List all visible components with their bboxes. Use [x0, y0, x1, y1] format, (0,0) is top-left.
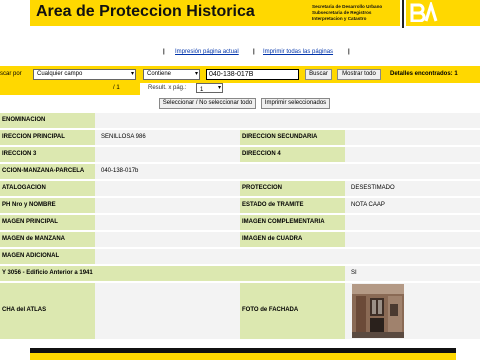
ley-3056-label: Y 3056 - Edificio Anterior a 1941	[0, 266, 345, 281]
ph-value	[95, 198, 240, 213]
print-all-pages-link[interactable]: Imprimir todas las páginas	[263, 49, 333, 55]
imagen-cuadra-label: IMAGEN de CUADRA	[240, 232, 345, 247]
ficha-atlas-label: CHA del ATLAS	[0, 283, 95, 339]
imagen-complementaria-label: IMAGEN COMPLEMENTARIA	[240, 215, 345, 230]
facade-photo[interactable]	[352, 284, 404, 338]
table-row: ENOMINACION	[0, 113, 480, 130]
proteccion-label: PROTECCION	[240, 181, 345, 196]
imagen-adicional-label: MAGEN ADICIONAL	[0, 249, 95, 264]
show-all-button[interactable]: Mostrar todo	[337, 69, 381, 80]
search-button[interactable]: Buscar	[305, 69, 332, 80]
denominacion-label: ENOMINACION	[0, 113, 95, 128]
field-select-value: Cualquier campo	[37, 71, 83, 77]
link-separator: |	[253, 49, 255, 55]
table-row: MAGEN PRINCIPAL IMAGEN COMPLEMENTARIA	[0, 215, 480, 232]
imagen-principal-label: MAGEN PRINCIPAL	[0, 215, 95, 230]
table-row: MAGEN de MANZANA IMAGEN de CUADRA	[0, 232, 480, 249]
org-line-1: Secretaria de Desarrollo Urbano	[312, 4, 383, 9]
print-selected-button[interactable]: Imprimir seleccionados	[261, 98, 330, 109]
table-row: CCION-MANZANA-PARCELA 040-138-017b	[0, 164, 480, 181]
table-row: IRECCION 3 DIRECCION 4	[0, 147, 480, 164]
chevron-down-icon: ▾	[194, 71, 198, 77]
direccion-secundaria-label: DIRECCION SECUNDARIA	[240, 130, 345, 145]
results-per-page-label: Result. x pág.:	[148, 85, 187, 91]
org-line-2: Subsecretaria de Registros	[312, 10, 372, 15]
direccion-4-label: DIRECCION 4	[240, 147, 345, 162]
table-row: CHA del ATLAS FOTO de FACHADA	[0, 283, 480, 341]
proteccion-value: DESESTIMADO	[345, 181, 480, 196]
table-row: PH Nro y NOMBRE ESTADO de TRAMITE NOTA C…	[0, 198, 480, 215]
results-count: Detalles encontrados: 1	[390, 71, 458, 77]
seccion-manzana-parcela-value: 040-138-017b	[95, 164, 480, 179]
search-input[interactable]: 040-138-017B	[206, 69, 299, 80]
operator-select-value: Contiene	[147, 71, 172, 77]
catalogacion-value	[95, 181, 240, 196]
results-per-page-value: 1	[200, 87, 204, 93]
imagen-manzana-label: MAGEN de MANZANA	[0, 232, 95, 247]
chevron-down-icon: ▾	[130, 71, 134, 77]
ficha-atlas-value	[95, 283, 240, 339]
page-total: / 1	[113, 85, 120, 91]
print-current-page-link[interactable]: Impresión página actual	[175, 49, 239, 55]
results-per-page-select[interactable]: 1 ▾	[196, 83, 223, 93]
ph-label: PH Nro y NOMBRE	[0, 198, 95, 213]
site-header: Area de Proteccion Historica Secretaria …	[0, 0, 480, 34]
direccion-4-value	[345, 147, 480, 162]
org-banner: Secretaria de Desarrollo Urbano Subsecre…	[306, 0, 400, 26]
direccion-3-label: IRECCION 3	[0, 147, 95, 162]
field-select[interactable]: Cualquier campo ▾	[33, 69, 136, 80]
link-separator: |	[348, 49, 350, 55]
ley-3056-value: SI	[345, 266, 480, 281]
direccion-principal-label: IRECCION PRINCIPAL	[0, 130, 95, 145]
table-row: IRECCION PRINCIPAL SENILLOSA 986 DIRECCI…	[0, 130, 480, 147]
foto-fachada-label: FOTO de FACHADA	[240, 283, 345, 339]
table-row: ATALOGACION PROTECCION DESESTIMADO	[0, 181, 480, 198]
imagen-adicional-value	[95, 249, 480, 264]
print-links: | Impresión página actual | Imprimir tod…	[0, 49, 480, 59]
footer-yellow-bar	[30, 353, 456, 360]
search-bar: scar por Cualquier campo ▾ Contiene ▾ 04…	[0, 66, 480, 83]
ba-logo-icon	[410, 2, 438, 22]
direccion-principal-value: SENILLOSA 986	[95, 130, 240, 145]
record-table: ENOMINACION IRECCION PRINCIPAL SENILLOSA…	[0, 113, 480, 341]
title-banner: Area de Proteccion Historica	[30, 0, 306, 26]
imagen-principal-value	[95, 215, 240, 230]
table-row: Y 3056 - Edificio Anterior a 1941 SI	[0, 266, 480, 283]
seccion-manzana-parcela-label: CCION-MANZANA-PARCELA	[0, 164, 95, 179]
estado-tramite-label: ESTADO de TRAMITE	[240, 198, 345, 213]
ba-logo	[406, 0, 480, 26]
operator-select[interactable]: Contiene ▾	[143, 69, 200, 80]
direccion-secundaria-value	[345, 130, 480, 145]
chevron-down-icon: ▾	[217, 85, 221, 91]
imagen-complementaria-value	[345, 215, 480, 230]
denominacion-value	[95, 113, 480, 128]
estado-tramite-value: NOTA CAAP	[345, 198, 480, 213]
table-row: MAGEN ADICIONAL	[0, 249, 480, 266]
search-by-label: scar por	[0, 71, 22, 77]
imagen-manzana-value	[95, 232, 240, 247]
pager-row: / 1 Result. x pág.: 1 ▾	[0, 83, 480, 95]
link-separator: |	[163, 49, 165, 55]
header-divider	[402, 0, 404, 28]
page-title: Area de Proteccion Historica	[36, 3, 255, 20]
imagen-cuadra-value	[345, 232, 480, 247]
org-line-3: Interpretacion y Catastro	[312, 16, 367, 21]
select-all-toggle-button[interactable]: Seleccionar / No seleccionar todo	[159, 98, 256, 109]
catalogacion-label: ATALOGACION	[0, 181, 95, 196]
direccion-3-value	[95, 147, 240, 162]
